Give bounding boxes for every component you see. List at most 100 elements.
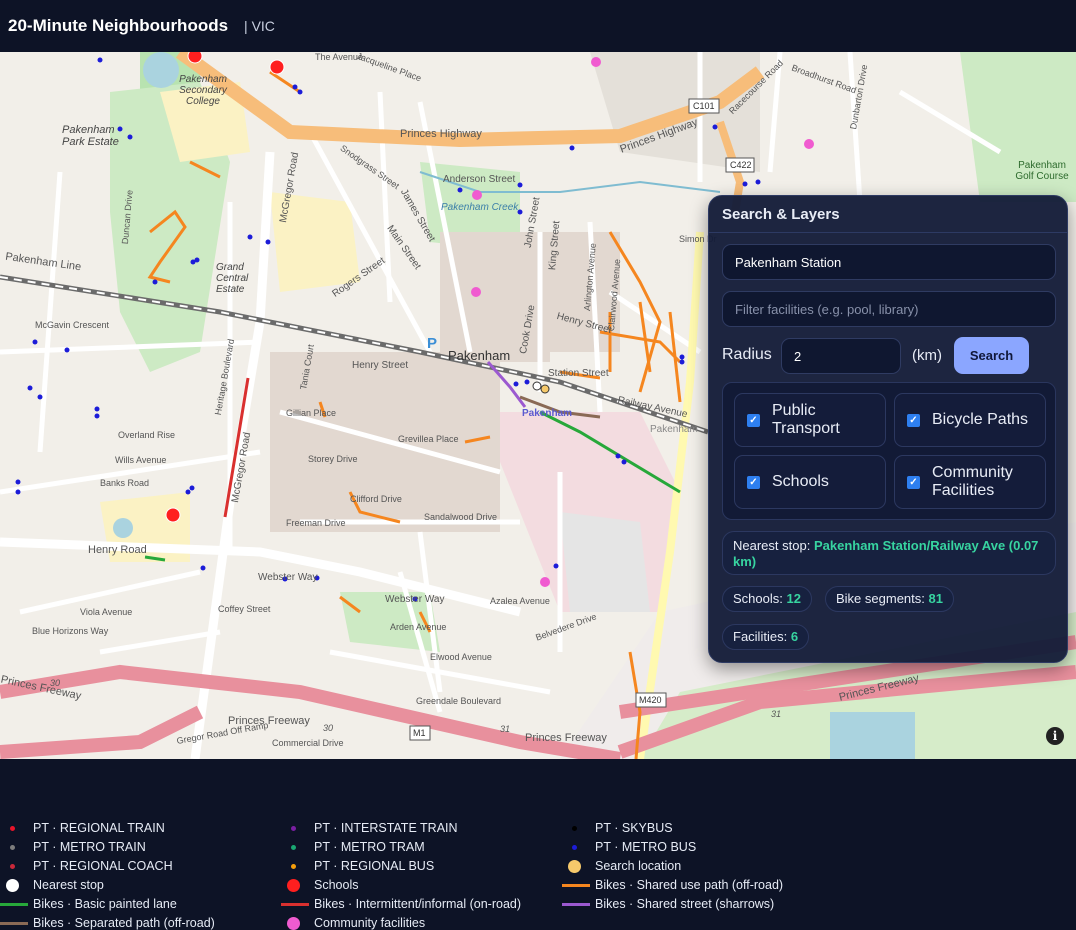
stat-label: Schools:: [733, 591, 783, 606]
stat-label: Bike segments:: [836, 591, 925, 606]
legend-label: Bikes · Basic painted lane: [33, 897, 177, 911]
legend-marker-icon: [6, 878, 19, 892]
legend-dot-icon: [10, 844, 15, 850]
water-area: [113, 518, 133, 538]
legend-item: Bikes · Shared use path (off-road): [562, 878, 784, 892]
legend-dot-icon: [291, 825, 296, 831]
legend-dot-icon: [10, 825, 15, 831]
label-webster-way: Webster Way: [258, 572, 318, 583]
radius-input[interactable]: [781, 338, 901, 374]
label-station-street: Station Street: [548, 368, 609, 379]
schools-count-badge: Schools: 12: [722, 586, 812, 612]
facility-filter-input[interactable]: [722, 291, 1056, 327]
legend-label: Schools: [314, 878, 359, 892]
map-info-icon[interactable]: i: [1046, 727, 1064, 745]
label-clifford-drive: Clifford Drive: [350, 494, 402, 504]
layer-label: Schools: [772, 473, 829, 490]
top-bar: 20-Minute Neighbourhoods | VIC: [0, 0, 1076, 52]
legend-dot-icon: [572, 844, 577, 850]
search-button[interactable]: Search: [954, 337, 1029, 374]
label-commercial-drive: Commercial Drive: [272, 738, 344, 748]
layer-label: Community Facilities: [932, 464, 1013, 499]
checkbox-checked-icon[interactable]: ✓: [907, 413, 920, 427]
radius-label: Radius: [722, 346, 772, 363]
label-viola-avenue: Viola Avenue: [80, 607, 133, 617]
nearest-stop-info: Nearest stop: Pakenham Station/Railway A…: [722, 531, 1056, 575]
legend-item: Schools: [287, 878, 359, 892]
legend-item: PT · REGIONAL BUS: [289, 859, 434, 873]
facilities-count-badge: Facilities: 6: [722, 624, 810, 650]
label-m420: M420: [639, 695, 662, 705]
layer-label: Public Transport: [772, 402, 840, 437]
legend-item: Nearest stop: [6, 878, 104, 892]
legend-label: Search location: [595, 859, 682, 873]
legend-dot-icon: [291, 844, 296, 850]
legend-item: PT · METRO BUS: [570, 840, 696, 854]
checkbox-checked-icon[interactable]: ✓: [747, 475, 760, 489]
label-princes-highway: Princes Highway: [400, 128, 482, 140]
location-search-input[interactable]: [722, 244, 1056, 280]
layer-toggles: ✓ Public Transport ✓ Bicycle Paths ✓ Sch…: [722, 382, 1056, 520]
label-route-31: 31: [500, 724, 511, 734]
label-m1: M1: [413, 728, 426, 738]
legend-marker-icon: [568, 859, 581, 873]
label-wills-avenue: Wills Avenue: [115, 455, 167, 465]
layer-label: Bicycle Paths: [932, 411, 1029, 428]
label-azalea-avenue: Azalea Avenue: [490, 596, 550, 606]
legend-label: PT · REGIONAL TRAIN: [33, 821, 165, 835]
label-freeman-drive: Freeman Drive: [286, 518, 346, 528]
region-label: | VIC: [244, 18, 275, 34]
checkbox-checked-icon[interactable]: ✓: [907, 475, 920, 489]
label-c101: C101: [693, 101, 715, 111]
search-location-marker: [540, 384, 550, 394]
label-webster-way-2: Webster Way: [385, 594, 445, 605]
label-henry-street: Henry Street: [352, 360, 409, 371]
label-overland-rise: Overland Rise: [118, 430, 176, 440]
label-c422: C422: [730, 160, 752, 170]
label-grand-central-estate: Grand Central Estate: [216, 262, 249, 295]
panel-divider: [709, 232, 1067, 233]
label-coffey-street: Coffey Street: [218, 604, 271, 614]
legend-label: Nearest stop: [33, 878, 104, 892]
label-blue-horizons-way: Blue Horizons Way: [32, 626, 109, 636]
label-arden-avenue: Arden Avenue: [390, 622, 447, 632]
layer-toggle-bicycle-paths[interactable]: ✓ Bicycle Paths: [894, 393, 1046, 447]
water-area: [830, 712, 915, 759]
layer-toggle-community-facilities[interactable]: ✓ Community Facilities: [894, 455, 1046, 509]
label-pakenham-park-estate: Pakenham Park Estate: [62, 124, 119, 148]
label-route-31-2: 31: [771, 709, 782, 719]
legend-item: PT · SKYBUS: [570, 821, 673, 835]
label-pakenham-secondary-college: Pakenham Secondary College: [179, 74, 227, 107]
label-henry-road: Henry Road: [88, 544, 147, 556]
layer-toggle-public-transport[interactable]: ✓ Public Transport: [734, 393, 886, 447]
legend-line-icon: [0, 902, 28, 906]
label-storey-drive: Storey Drive: [308, 454, 358, 464]
legend-label: PT · REGIONAL BUS: [314, 859, 435, 873]
legend-line-icon: [562, 902, 590, 906]
stat-value: 12: [786, 591, 801, 606]
legend-dot-icon: [572, 825, 577, 831]
checkbox-checked-icon[interactable]: ✓: [747, 413, 760, 427]
legend-label: Bikes · Shared street (sharrows): [595, 897, 775, 911]
land-area: [560, 512, 650, 612]
label-anderson-street: Anderson Street: [443, 174, 516, 185]
nearest-stop-marker: [532, 381, 542, 391]
label-pakenham-st: Pakenham: [650, 424, 698, 435]
layer-toggle-schools[interactable]: ✓ Schools: [734, 455, 886, 509]
legend-dot-icon: [291, 863, 296, 869]
legend-item: PT · REGIONAL COACH: [8, 859, 173, 873]
legend-label: Bikes · Shared use path (off-road): [595, 878, 784, 892]
legend-label: PT · SKYBUS: [595, 821, 673, 835]
legend-line-icon: [281, 902, 309, 906]
label-pakenham-station: Pakenham: [522, 408, 573, 419]
legend-dot-icon: [10, 863, 15, 869]
legend-label: PT · METRO BUS: [595, 840, 697, 854]
legend-label: PT · METRO TRAM: [314, 840, 425, 854]
label-pakenham: Pakenham: [448, 348, 511, 363]
map-legend: PT · REGIONAL TRAIN PT · INTERSTATE TRAIN…: [0, 759, 1076, 930]
label-elwood-avenue: Elwood Avenue: [430, 652, 492, 662]
label-princes-freeway-3: Princes Freeway: [525, 732, 607, 744]
stat-value: 81: [928, 591, 943, 606]
panel-title: Search & Layers: [722, 206, 840, 223]
app-title: 20-Minute Neighbourhoods: [8, 16, 229, 35]
